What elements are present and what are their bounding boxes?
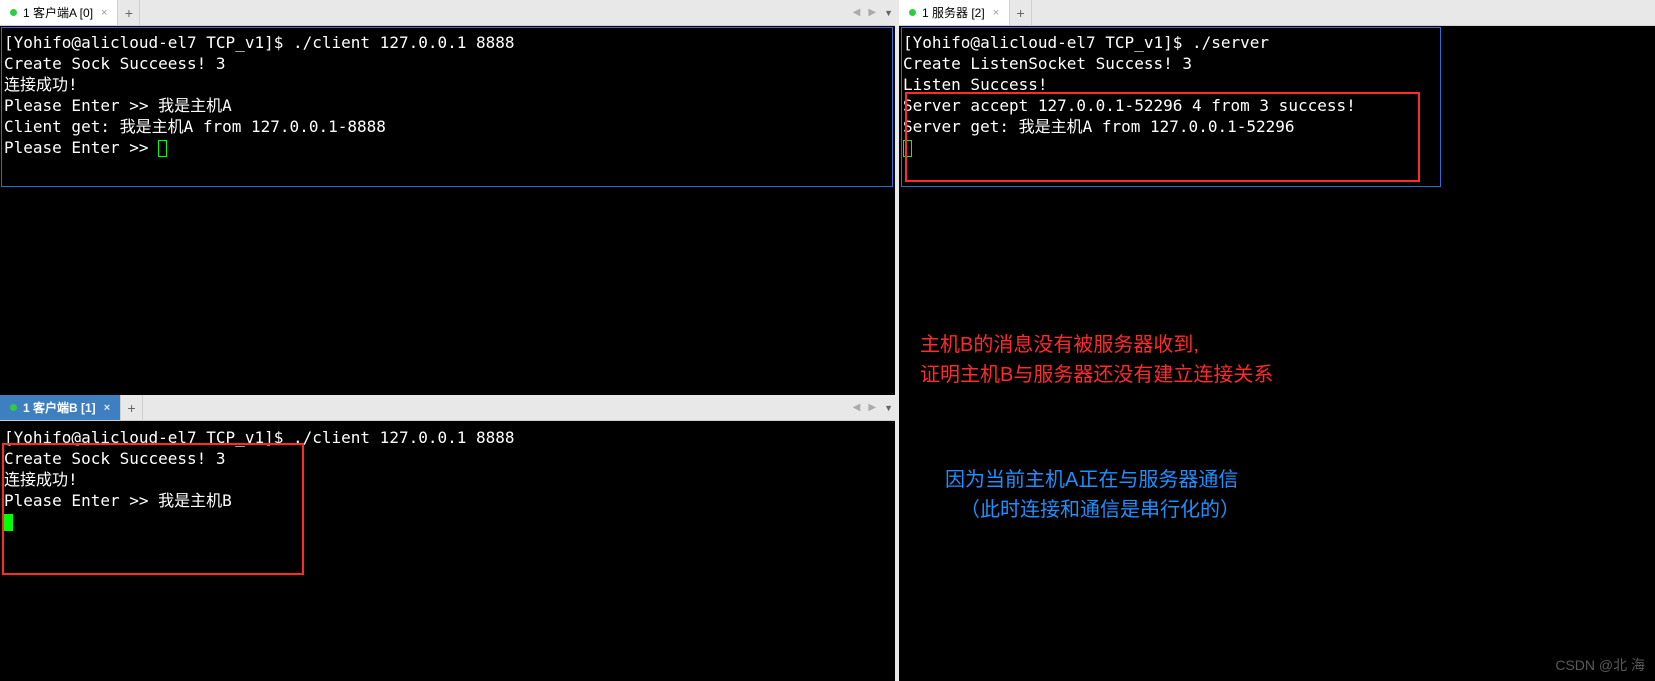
nav-left-icon[interactable]: ◀ [851,402,863,413]
command: ./server [1192,33,1269,52]
output-line: Create Sock Succeess! 3 [4,54,226,73]
terminal-b[interactable]: [Yohifo@alicloud-el7 TCP_v1]$ ./client 1… [0,421,899,681]
tab-label: 1 服务器 [2] [922,4,985,21]
output-line: Please Enter >> 我是主机B [4,491,232,510]
status-dot-icon [909,9,916,16]
tab-client-b[interactable]: 1 客户端B [1] × [0,395,121,420]
nav-right-icon[interactable]: ▶ [866,7,878,18]
pane-client-a: 1 客户端A [0] × + ◀ ▶ ▼ [Yohifo@alicloud-el… [0,0,899,395]
tabbar-s: 1 服务器 [2] × + [899,0,1655,26]
watermark: CSDN @北 海 [1555,655,1645,675]
command: ./client 127.0.0.1 8888 [293,428,515,447]
prompt: [Yohifo@alicloud-el7 TCP_v1]$ [903,33,1192,52]
output-line: Server get: 我是主机A from 127.0.0.1-52296 [903,117,1295,136]
terminal-s[interactable]: [Yohifo@alicloud-el7 TCP_v1]$ ./server C… [899,26,1655,681]
nav-right-icon[interactable]: ▶ [866,402,878,413]
output-line: Client get: 我是主机A from 127.0.0.1-8888 [4,117,386,136]
add-tab-button[interactable]: + [121,395,143,420]
close-icon[interactable]: × [993,7,999,19]
cursor-icon [903,140,912,157]
vertical-splitter[interactable] [895,0,899,681]
close-icon[interactable]: × [101,7,107,19]
nav-dropdown-icon[interactable]: ▼ [882,8,895,18]
nav-dropdown-icon[interactable]: ▼ [882,403,895,413]
tabbar-b: 1 客户端B [1] × + ◀ ▶ ▼ [0,395,899,421]
output-line: Create ListenSocket Success! 3 [903,54,1192,73]
status-dot-icon [10,404,17,411]
nav-left-icon[interactable]: ◀ [851,7,863,18]
output-line: Listen Success! [903,75,1048,94]
prompt: [Yohifo@alicloud-el7 TCP_v1]$ [4,33,293,52]
tab-label: 1 客户端A [0] [23,4,93,21]
output-line: Server accept 127.0.0.1-52296 4 from 3 s… [903,96,1356,115]
add-tab-button[interactable]: + [118,0,140,25]
output-line: 连接成功! [4,470,78,489]
pane-server: 1 服务器 [2] × + [Yohifo@alicloud-el7 TCP_v… [899,0,1655,681]
output-line: Please Enter >> 我是主机A [4,96,232,115]
close-icon[interactable]: × [104,402,110,414]
pane-client-b: 1 客户端B [1] × + ◀ ▶ ▼ [Yohifo@alicloud-el… [0,395,899,681]
tab-label: 1 客户端B [1] [23,399,96,416]
cursor-icon [4,514,13,531]
add-tab-button[interactable]: + [1010,0,1032,25]
output-line: Create Sock Succeess! 3 [4,449,226,468]
prompt: [Yohifo@alicloud-el7 TCP_v1]$ [4,428,293,447]
tab-nav: ◀ ▶ ▼ [847,395,899,420]
status-dot-icon [10,9,17,16]
output-line: 连接成功! [4,75,78,94]
tab-client-a[interactable]: 1 客户端A [0] × [0,0,118,25]
output-line: Please Enter >> [4,138,158,157]
terminal-a[interactable]: [Yohifo@alicloud-el7 TCP_v1]$ ./client 1… [0,26,899,395]
tab-server[interactable]: 1 服务器 [2] × [899,0,1010,25]
tab-nav: ◀ ▶ ▼ [847,0,899,25]
command: ./client 127.0.0.1 8888 [293,33,515,52]
cursor-icon [158,140,167,157]
tabbar-a: 1 客户端A [0] × + ◀ ▶ ▼ [0,0,899,26]
